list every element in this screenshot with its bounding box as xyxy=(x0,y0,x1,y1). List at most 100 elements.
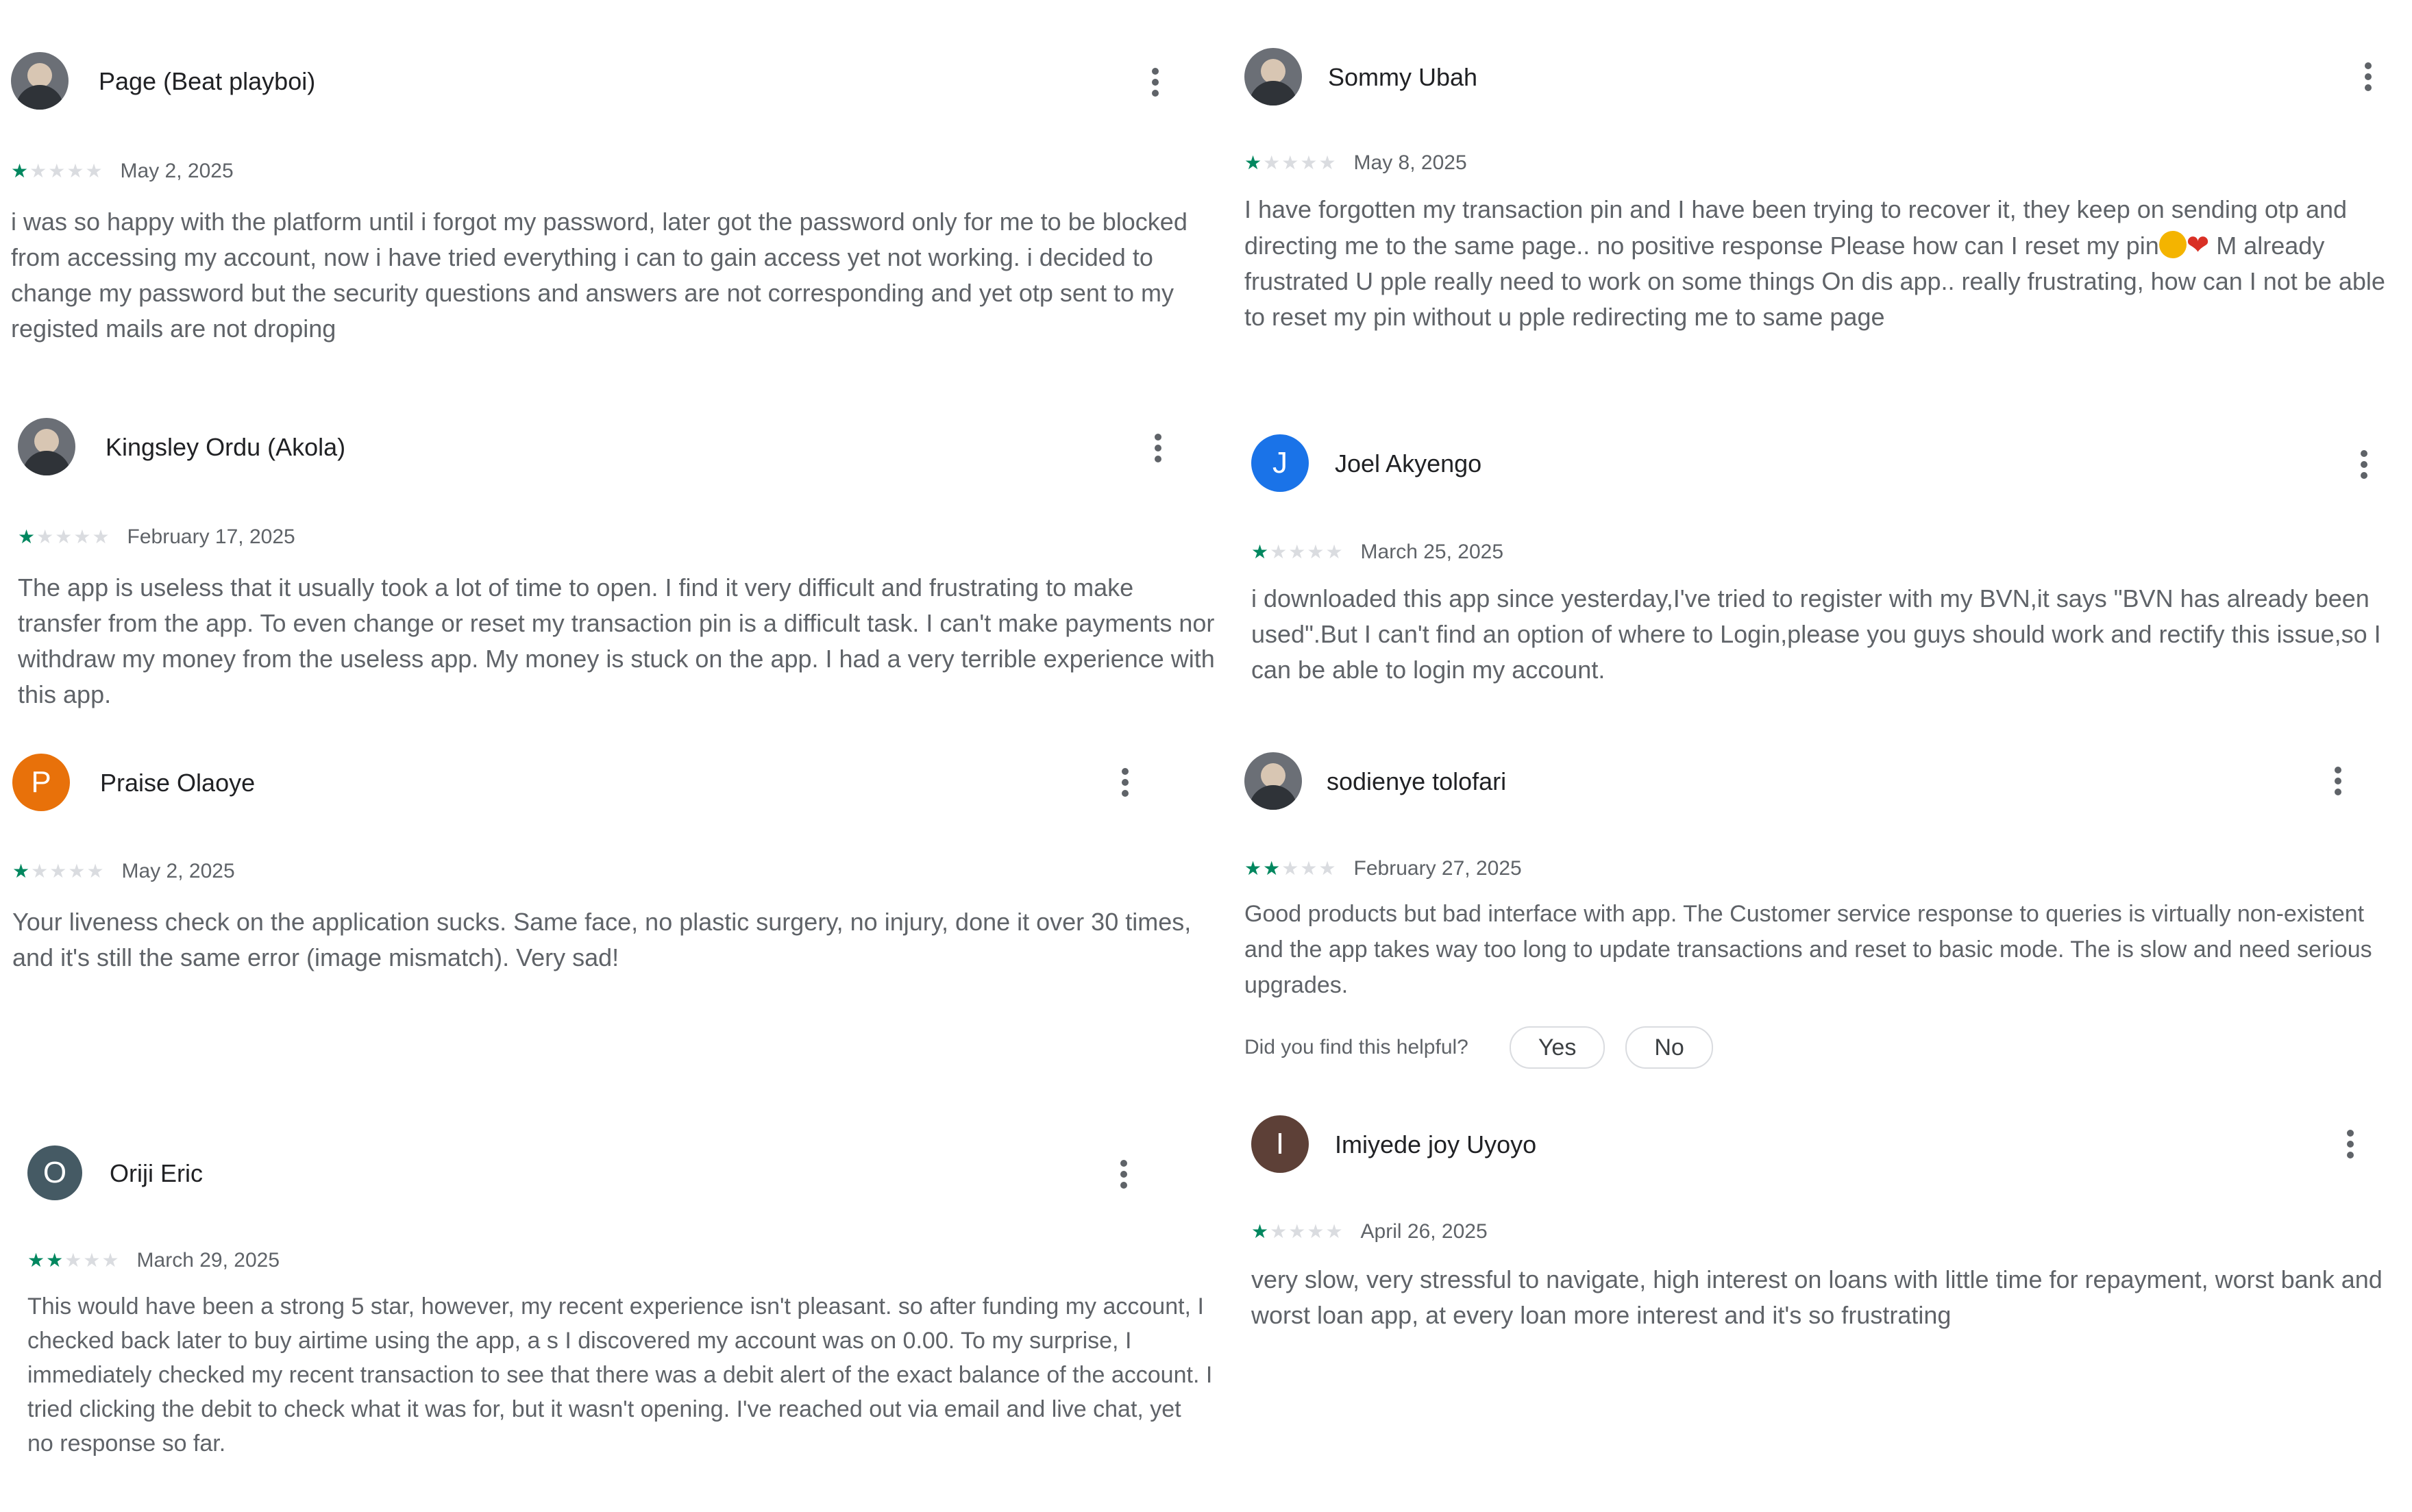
helpful-yes-button[interactable]: Yes xyxy=(1509,1026,1605,1069)
star-icon: ★ xyxy=(48,160,66,182)
rating-row: ★ ★ ★ ★ ★ May 8, 2025 xyxy=(1244,149,1467,177)
review-card: J Joel Akyengo ★ ★ ★ ★ ★ March 25, 2025 i do… xyxy=(1251,434,2409,708)
more-vert-icon xyxy=(1120,1160,1127,1167)
more-options-button[interactable] xyxy=(2343,444,2385,485)
avatar: J xyxy=(1251,434,1309,492)
star-icon: ★ xyxy=(1281,152,1299,173)
more-options-button[interactable] xyxy=(2330,1124,2371,1165)
review-date: February 27, 2025 xyxy=(1353,857,1522,880)
review-card: Sommy Ubah ★ ★ ★ ★ ★ May 8, 2025 I have forg… xyxy=(1244,48,2409,349)
review-date: May 2, 2025 xyxy=(120,160,234,182)
avatar xyxy=(18,418,75,475)
star-icon: ★ xyxy=(1288,1221,1306,1242)
reviewer-name: sodienye tolofari xyxy=(1327,767,1507,795)
review-date: March 25, 2025 xyxy=(1360,541,1504,563)
star-icon: ★ xyxy=(1244,152,1262,173)
review-card: Page (Beat playboi) ★ ★ ★ ★ ★ May 2, 2025 i … xyxy=(11,52,1217,354)
helpful-no-button[interactable]: No xyxy=(1625,1026,1713,1069)
star-icon: ★ xyxy=(1318,858,1336,879)
rating-row: ★ ★ ★ ★ ★ March 25, 2025 xyxy=(1251,538,1503,566)
star-rating: ★ ★ ★ ★ ★ xyxy=(1251,543,1343,562)
more-options-button[interactable] xyxy=(2348,56,2389,97)
star-rating: ★ ★ ★ ★ ★ xyxy=(1251,1222,1343,1241)
review-date: February 17, 2025 xyxy=(127,525,295,548)
star-icon: ★ xyxy=(64,1250,82,1271)
star-rating: ★ ★ ★ ★ ★ xyxy=(1244,153,1336,173)
star-icon: ★ xyxy=(86,860,104,882)
reviewer-name: Kingsley Ordu (Akola) xyxy=(106,433,346,461)
star-rating: ★ ★ ★ ★ ★ xyxy=(11,162,103,181)
star-icon: ★ xyxy=(11,160,29,182)
star-rating: ★ ★ ★ ★ ★ xyxy=(27,1251,119,1270)
star-icon: ★ xyxy=(1300,858,1318,879)
star-icon: ★ xyxy=(1263,152,1281,173)
review-date: May 8, 2025 xyxy=(1353,151,1467,174)
review-card: Kingsley Ordu (Akola) ★ ★ ★ ★ ★ February 17,… xyxy=(18,418,1217,719)
more-vert-icon xyxy=(2335,767,2341,773)
review-text: The app is useless that it usually took … xyxy=(18,573,1215,708)
helpful-prompt: Did you find this helpful? Yes No xyxy=(1244,1026,1734,1069)
broken-heart-emoji-icon: ❤ xyxy=(2186,230,2210,260)
more-vert-icon xyxy=(1122,768,1129,775)
review-card: I Imiyede joy Uyoyo ★ ★ ★ ★ ★ April 26, 2025… xyxy=(1251,1115,2409,1376)
star-icon: ★ xyxy=(31,860,49,882)
star-icon: ★ xyxy=(1307,541,1325,562)
star-icon: ★ xyxy=(1325,1221,1343,1242)
avatar: O xyxy=(27,1145,82,1200)
more-options-button[interactable] xyxy=(1103,1154,1144,1195)
reviewer-name: Oriji Eric xyxy=(110,1159,203,1187)
star-icon: ★ xyxy=(12,860,30,882)
review-text: I have forgotten my transaction pin and … xyxy=(1244,192,2409,335)
star-icon: ★ xyxy=(55,526,73,547)
review-card: sodienye tolofari ★ ★ ★ ★ ★ February 27, 202… xyxy=(1244,752,2409,1081)
star-icon: ★ xyxy=(18,526,36,547)
star-rating: ★ ★ ★ ★ ★ xyxy=(18,528,110,547)
avatar: P xyxy=(12,754,70,811)
star-icon: ★ xyxy=(1300,152,1318,173)
star-icon: ★ xyxy=(1270,541,1288,562)
star-icon: ★ xyxy=(101,1250,119,1271)
star-icon: ★ xyxy=(29,160,47,182)
more-options-button[interactable] xyxy=(1135,62,1176,103)
star-icon: ★ xyxy=(92,526,110,547)
star-icon: ★ xyxy=(1251,1221,1269,1242)
rating-row: ★ ★ ★ ★ ★ April 26, 2025 xyxy=(1251,1218,1488,1245)
rating-row: ★ ★ ★ ★ ★ May 2, 2025 xyxy=(12,858,235,885)
tired-face-emoji-icon xyxy=(2158,231,2187,258)
star-icon: ★ xyxy=(85,160,103,182)
review-card: O Oriji Eric ★ ★ ★ ★ ★ March 29, 2025 This w… xyxy=(27,1145,1220,1474)
more-vert-icon xyxy=(1152,68,1159,75)
avatar xyxy=(1244,752,1302,810)
more-options-button[interactable] xyxy=(1105,762,1146,803)
rating-row: ★ ★ ★ ★ ★ March 29, 2025 xyxy=(27,1247,280,1274)
review-date: March 29, 2025 xyxy=(136,1249,280,1272)
rating-row: ★ ★ ★ ★ ★ February 17, 2025 xyxy=(18,523,295,551)
star-icon: ★ xyxy=(1263,858,1281,879)
reviewer-name: Page (Beat playboi) xyxy=(99,67,316,95)
star-icon: ★ xyxy=(1307,1221,1325,1242)
more-options-button[interactable] xyxy=(1137,427,1179,469)
more-vert-icon xyxy=(2365,62,2372,69)
star-icon: ★ xyxy=(1325,541,1343,562)
helpful-question: Did you find this helpful? xyxy=(1244,1036,1468,1058)
more-options-button[interactable] xyxy=(2317,760,2359,802)
reviewer-name: Imiyede joy Uyoyo xyxy=(1335,1130,1537,1158)
star-icon: ★ xyxy=(1281,858,1299,879)
more-vert-icon xyxy=(2347,1130,2354,1137)
star-icon: ★ xyxy=(27,1250,45,1271)
star-icon: ★ xyxy=(49,860,67,882)
more-vert-icon xyxy=(2361,450,2367,457)
rating-row: ★ ★ ★ ★ ★ February 27, 2025 xyxy=(1244,855,1522,882)
more-vert-icon xyxy=(1155,434,1161,441)
review-text: i was so happy with the platform until i… xyxy=(11,208,1187,343)
star-icon: ★ xyxy=(1270,1221,1288,1242)
reviewer-name: Praise Olaoye xyxy=(100,769,256,797)
review-text: very slow, very stressful to navigate, h… xyxy=(1251,1265,2383,1329)
rating-row: ★ ★ ★ ★ ★ May 2, 2025 xyxy=(11,158,234,185)
review-date: April 26, 2025 xyxy=(1360,1220,1488,1243)
star-icon: ★ xyxy=(1288,541,1306,562)
star-rating: ★ ★ ★ ★ ★ xyxy=(12,862,104,881)
star-icon: ★ xyxy=(36,526,54,547)
star-icon: ★ xyxy=(73,526,91,547)
review-text: Your liveness check on the application s… xyxy=(12,908,1192,971)
